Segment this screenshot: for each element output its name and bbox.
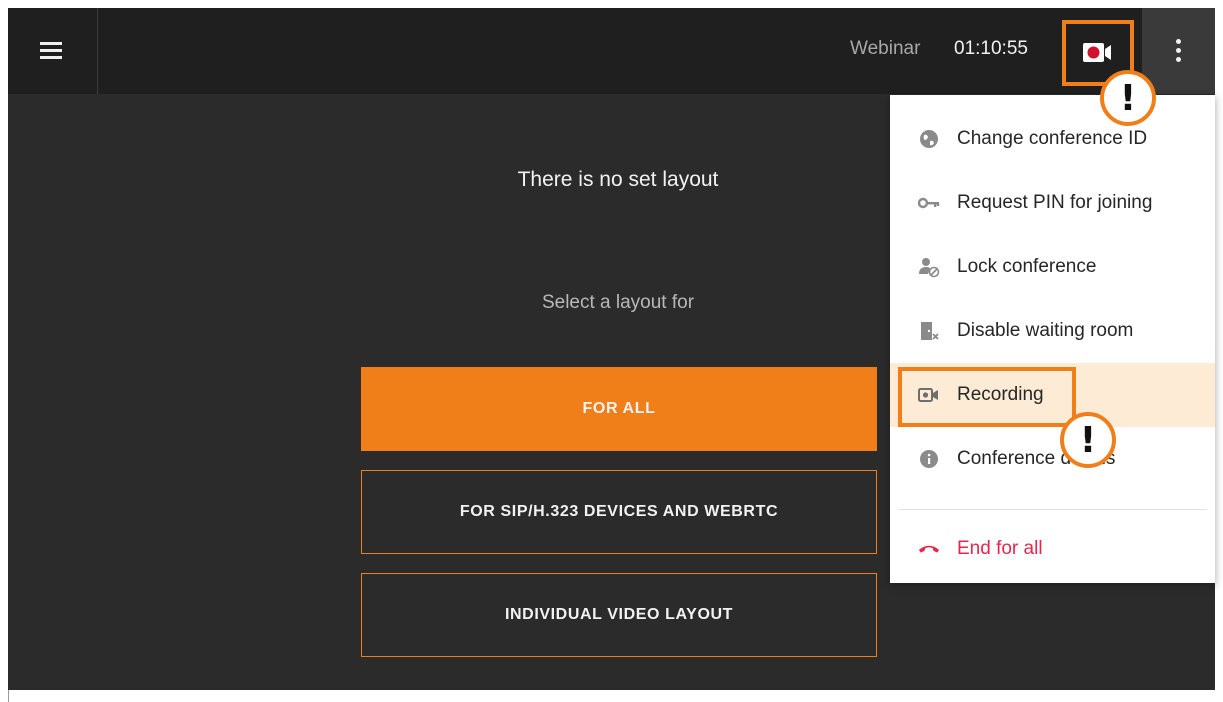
top-bar: Webinar 01:10:55 — [8, 8, 1215, 94]
no-layout-title: There is no set layout — [517, 168, 719, 191]
more-vertical-icon-dot — [1176, 57, 1181, 62]
alert-badge-recording-item: ! — [1060, 412, 1116, 468]
more-options-button[interactable] — [1142, 8, 1215, 94]
video-camera-icon — [918, 384, 940, 406]
hamburger-menu-icon-line — [40, 56, 62, 59]
lock-person-icon — [918, 256, 940, 278]
layout-for-all-button[interactable]: FOR ALL — [361, 367, 877, 451]
menu-item-disable-waiting-room[interactable]: Disable waiting room — [890, 299, 1215, 363]
hang-up-phone-icon — [918, 538, 940, 560]
menu-item-change-conference-id[interactable]: Change conference ID — [890, 107, 1215, 171]
menu-item-end-for-all[interactable]: End for all — [890, 517, 1215, 581]
menu-item-label: Recording — [957, 384, 1044, 405]
page-edge-rule — [8, 690, 9, 702]
alert-badge-recording-button: ! — [1100, 70, 1156, 126]
door-x-icon — [918, 320, 940, 342]
more-vertical-icon-dot — [1176, 48, 1181, 53]
menu-item-lock-conference[interactable]: Lock conference — [890, 235, 1215, 299]
individual-video-layout-button[interactable]: INDIVIDUAL VIDEO LAYOUT — [361, 573, 877, 657]
conference-options-menu: Change conference ID Request PIN for joi… — [890, 95, 1215, 583]
menu-item-label: Change conference ID — [957, 128, 1148, 149]
key-icon — [918, 192, 940, 214]
menu-item-label: End for all — [957, 538, 1043, 559]
conference-app: Webinar 01:10:55 There is no set layout … — [8, 8, 1215, 690]
menu-item-request-pin[interactable]: Request PIN for joining — [890, 171, 1215, 235]
menu-item-label: Disable waiting room — [957, 320, 1134, 341]
hamburger-menu-icon — [40, 42, 62, 45]
menu-item-conference-details[interactable]: Conference details — [890, 427, 1215, 491]
more-vertical-icon — [1176, 39, 1181, 44]
menu-button[interactable] — [8, 8, 98, 94]
layout-sip-webrtc-button[interactable]: FOR SIP/H.323 DEVICES AND WEBRTC — [361, 470, 877, 554]
menu-divider — [898, 509, 1207, 510]
menu-item-label: Lock conference — [957, 256, 1097, 277]
globe-icon — [918, 128, 940, 150]
select-layout-label: Select a layout for — [541, 292, 695, 313]
menu-item-recording[interactable]: Recording — [890, 363, 1215, 427]
hamburger-menu-icon-line — [40, 49, 62, 52]
info-icon — [918, 448, 940, 470]
menu-item-label: Request PIN for joining — [957, 192, 1153, 213]
conference-timer: 01:10:55 — [954, 38, 1028, 59]
webinar-mode-label: Webinar — [850, 38, 921, 59]
